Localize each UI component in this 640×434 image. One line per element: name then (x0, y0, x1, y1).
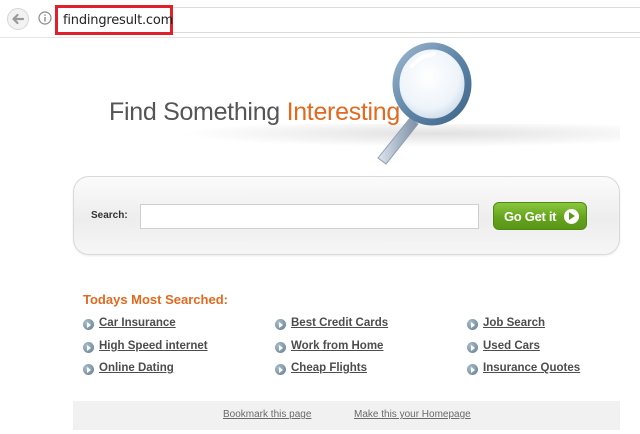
bullet-arrow-icon (83, 342, 94, 353)
link-label: Car Insurance (99, 317, 176, 329)
magnifying-glass-icon (377, 42, 472, 165)
bullet-arrow-icon (467, 319, 478, 330)
bullet-arrow-icon (467, 342, 478, 353)
headline-main: Find Something (109, 98, 280, 126)
bookmark-link[interactable]: Bookmark this page (223, 409, 311, 420)
bullet-arrow-icon (83, 319, 94, 330)
address-bar-extension[interactable] (173, 7, 640, 33)
link-label: Online Dating (99, 362, 174, 374)
bullet-arrow-icon (275, 319, 286, 330)
link-label: Used Cars (483, 340, 540, 352)
bullet-arrow-icon (275, 364, 286, 375)
browser-toolbar: findingresult.com (0, 0, 640, 38)
link-label: High Speed internet (99, 340, 208, 352)
go-get-it-button[interactable]: Go Get it (493, 202, 587, 230)
link-label: Insurance Quotes (483, 362, 581, 374)
back-button[interactable] (7, 8, 29, 30)
homepage-link[interactable]: Make this your Homepage (354, 409, 471, 420)
search-panel: Search: Go Get it (73, 176, 620, 255)
most-searched-title: Todays Most Searched: (83, 292, 228, 307)
bullet-arrow-icon (467, 364, 478, 375)
search-label: Search: (91, 210, 128, 221)
search-input[interactable] (140, 204, 479, 229)
address-bar[interactable]: findingresult.com (55, 5, 173, 35)
link-label: Best Credit Cards (291, 317, 389, 329)
back-arrow-icon (12, 13, 25, 25)
footer-bar: Bookmark this page Make this your Homepa… (73, 401, 620, 430)
link-label: Job Search (483, 317, 545, 329)
bullet-arrow-icon (275, 342, 286, 353)
link-label: Work from Home (291, 340, 384, 352)
link-label: Cheap Flights (291, 362, 368, 374)
arrow-right-icon (564, 209, 579, 224)
url-text: findingresult.com (63, 13, 174, 28)
go-button-label: Go Get it (504, 209, 557, 224)
info-icon[interactable] (38, 11, 52, 25)
bullet-arrow-icon (83, 364, 94, 375)
page-headline: Find Something Interesting (109, 98, 400, 127)
